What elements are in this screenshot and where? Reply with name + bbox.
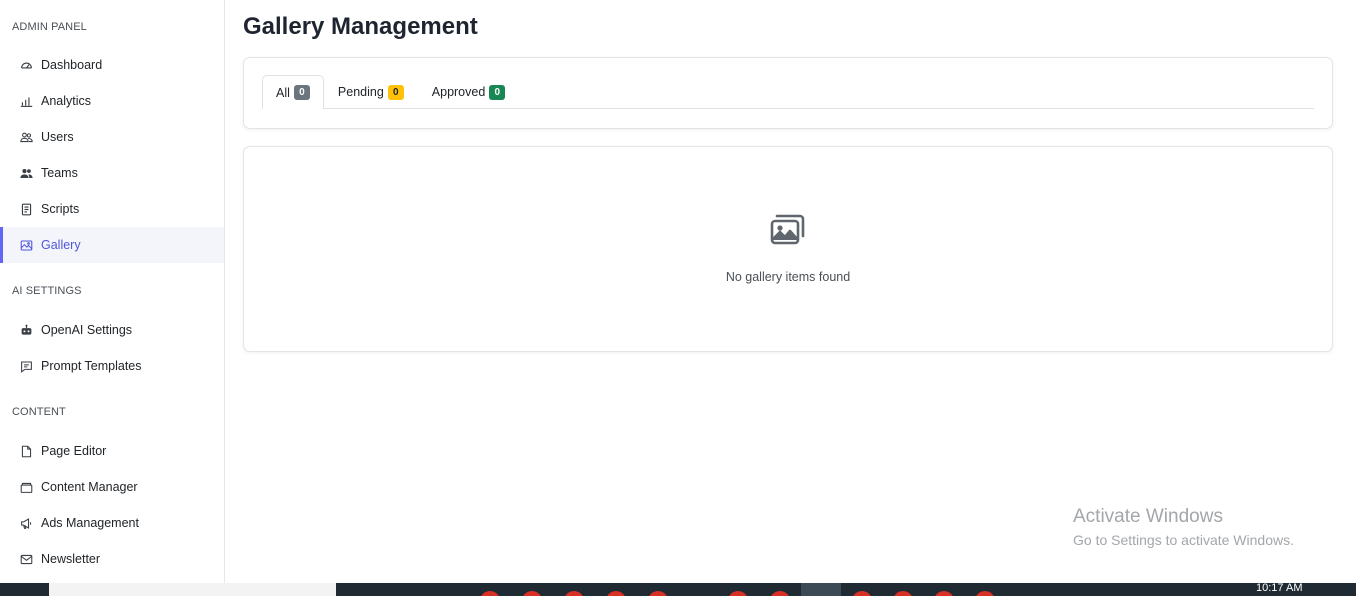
taskbar-app-icon[interactable] — [852, 591, 872, 596]
activate-windows-watermark: Activate Windows Go to Settings to activ… — [1073, 506, 1294, 548]
taskbar-app-icon[interactable] — [728, 591, 748, 596]
sidebar-item-label: OpenAI Settings — [41, 323, 133, 337]
section-title-content: CONTENT — [12, 406, 66, 418]
sidebar-item-label: Dashboard — [41, 58, 103, 72]
sidebar-item-prompt-templates[interactable]: Prompt Templates — [0, 348, 224, 384]
tab-pending[interactable]: Pending 0 — [324, 75, 418, 108]
teams-icon — [19, 166, 33, 180]
megaphone-icon — [19, 516, 33, 530]
sidebar-item-label: Scripts — [41, 202, 80, 216]
sidebar-item-label: Prompt Templates — [41, 359, 142, 373]
taskbar-app-icon[interactable] — [522, 591, 542, 596]
sidebar-item-users[interactable]: Users — [0, 119, 224, 155]
chat-icon — [19, 359, 33, 373]
sidebar-item-label: Users — [41, 130, 74, 144]
sidebar-item-label: Gallery — [41, 238, 81, 252]
sidebar-item-scripts[interactable]: Scripts — [0, 191, 224, 227]
sidebar-item-gallery[interactable]: Gallery — [0, 227, 224, 263]
taskbar: 10:17 AM — [0, 583, 1356, 596]
sidebar-item-label: Ads Management — [41, 516, 139, 530]
tab-label: Approved — [431, 85, 486, 99]
dashboard-icon — [19, 58, 33, 72]
page-title: Gallery Management — [243, 13, 478, 40]
taskbar-app-icon[interactable] — [648, 591, 668, 596]
tab-label: Pending — [337, 85, 384, 99]
taskbar-app-icon[interactable] — [564, 591, 584, 596]
sidebar-item-analytics[interactable]: Analytics — [0, 83, 224, 119]
gallery-empty-state: No gallery items found — [243, 146, 1333, 352]
sidebar-item-label: Teams — [41, 166, 78, 180]
sidebar-item-page-editor[interactable]: Page Editor — [0, 433, 224, 469]
sidebar-item-content-manager[interactable]: Content Manager — [0, 469, 224, 505]
users-icon — [19, 130, 33, 144]
sidebar-item-ads-management[interactable]: Ads Management — [0, 505, 224, 541]
tab-label: All — [276, 85, 290, 100]
tab-approved[interactable]: Approved 0 — [418, 75, 520, 108]
analytics-icon — [19, 94, 33, 108]
count-badge: 0 — [387, 84, 404, 100]
folder-icon — [19, 480, 33, 494]
page-icon — [19, 444, 33, 458]
gallery-icon — [19, 238, 33, 252]
sidebar-item-newsletter[interactable]: Newsletter — [0, 541, 224, 577]
sidebar-item-label: Content Manager — [41, 480, 138, 494]
taskbar-app-icon[interactable] — [606, 591, 626, 596]
empty-message: No gallery items found — [725, 270, 851, 284]
sidebar: ADMIN PANEL Dashboard Analytics Users Te… — [0, 0, 225, 583]
sidebar-item-teams[interactable]: Teams — [0, 155, 224, 191]
watermark-title: Activate Windows — [1073, 506, 1223, 527]
sidebar-item-openai-settings[interactable]: OpenAI Settings — [0, 312, 224, 348]
sidebar-item-dashboard[interactable]: Dashboard — [0, 47, 224, 83]
sidebar-item-label: Page Editor — [41, 444, 107, 458]
taskbar-app-icon[interactable] — [480, 591, 500, 596]
sidebar-item-label: Analytics — [41, 94, 92, 108]
section-title-admin-panel: ADMIN PANEL — [12, 21, 87, 33]
section-title-ai-settings: AI SETTINGS — [12, 285, 82, 297]
robot-icon — [19, 323, 33, 337]
scripts-icon — [19, 202, 33, 216]
taskbar-active-app[interactable] — [801, 583, 841, 596]
images-icon — [769, 211, 807, 247]
taskbar-app-icon[interactable] — [770, 591, 790, 596]
tab-all[interactable]: All 0 — [262, 75, 324, 109]
filter-tabs: All 0 Pending 0 Approved 0 — [262, 75, 1314, 109]
filter-tabs-card: All 0 Pending 0 Approved 0 — [243, 57, 1333, 129]
taskbar-app-icon[interactable] — [893, 591, 913, 596]
count-badge: 0 — [489, 84, 506, 100]
taskbar-search-box[interactable] — [49, 583, 336, 596]
taskbar-app-icon[interactable] — [934, 591, 954, 596]
envelope-icon — [19, 552, 33, 566]
main-content: Gallery Management All 0 Pending 0 Appro… — [225, 0, 1356, 583]
taskbar-app-icon[interactable] — [975, 591, 995, 596]
sidebar-item-label: Newsletter — [41, 552, 101, 566]
count-badge: 0 — [293, 85, 310, 100]
watermark-subtitle: Go to Settings to activate Windows. — [1073, 532, 1294, 548]
taskbar-clock[interactable]: 10:17 AM — [1256, 583, 1302, 594]
